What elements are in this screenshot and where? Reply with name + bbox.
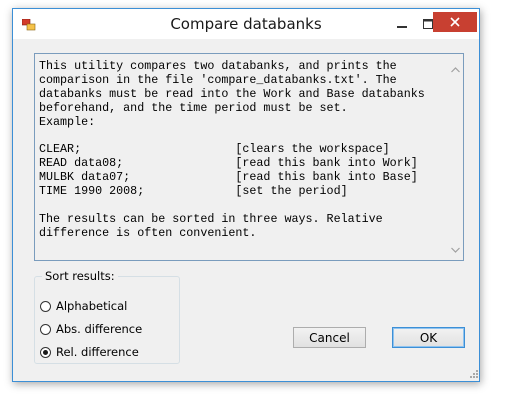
minimize-icon	[397, 26, 407, 28]
ok-button[interactable]: OK	[392, 327, 465, 348]
close-button[interactable]	[433, 12, 477, 32]
dialog-window: Compare databanks This utility compares …	[12, 8, 480, 382]
info-text: This utility compares two databanks, and…	[39, 60, 425, 240]
minimize-button[interactable]	[390, 14, 414, 34]
cancel-button[interactable]: Cancel	[293, 327, 366, 348]
title-bar[interactable]: Compare databanks	[13, 9, 479, 39]
scroll-up-button[interactable]	[449, 64, 461, 76]
radio-circle-checked-icon[interactable]	[40, 346, 51, 358]
radio-label: Rel. difference	[56, 345, 139, 359]
radio-circle-icon[interactable]	[40, 323, 51, 335]
chevron-down-icon	[450, 247, 460, 253]
maximize-icon	[423, 19, 433, 29]
sort-results-group: Sort results: Alphabetical Abs. differen…	[34, 269, 180, 364]
scroll-down-button[interactable]	[449, 244, 461, 256]
radio-circle-icon[interactable]	[40, 300, 51, 312]
radio-label: Alphabetical	[56, 299, 128, 313]
radio-rel-difference[interactable]: Rel. difference	[40, 343, 139, 361]
radio-abs-difference[interactable]: Abs. difference	[40, 320, 142, 338]
info-text-box[interactable]: This utility compares two databanks, and…	[34, 53, 464, 261]
resize-grip-icon[interactable]	[469, 369, 479, 379]
chevron-up-icon	[450, 67, 460, 73]
radio-alphabetical[interactable]: Alphabetical	[40, 297, 127, 315]
sort-results-label: Sort results:	[42, 269, 118, 283]
radio-label: Abs. difference	[56, 322, 143, 336]
close-icon	[450, 17, 460, 27]
